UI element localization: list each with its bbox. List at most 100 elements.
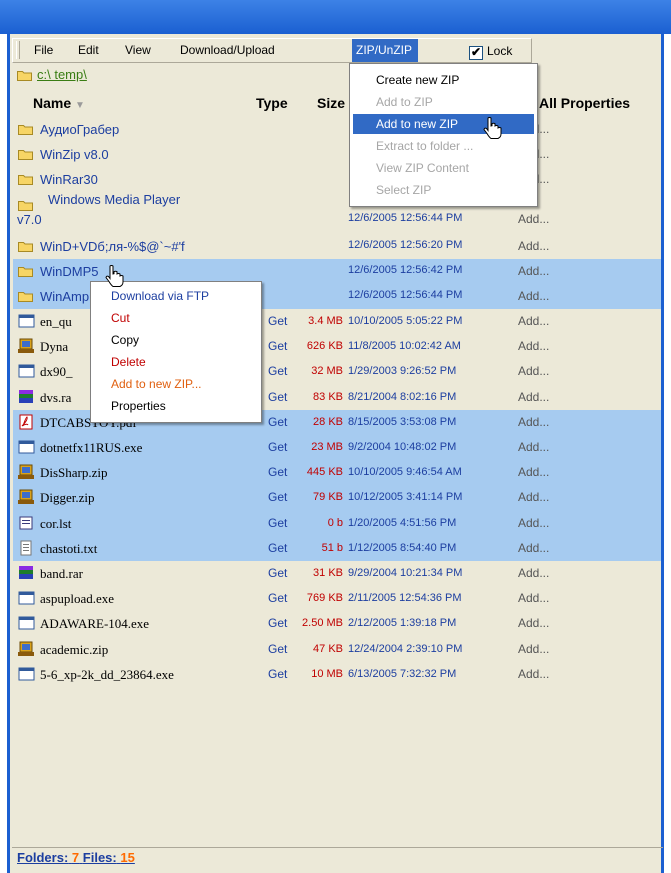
folder-row[interactable]: WinRar30Add... [13,167,661,192]
file-row[interactable]: cor.lst Get 0 b 1/20/2005 4:51:56 PM Add... [13,510,661,536]
ctx-properties[interactable]: Properties [111,396,166,416]
add-properties-link[interactable]: Add... [518,289,549,303]
get-link[interactable]: Get [268,440,287,454]
folder-icon [18,201,33,211]
name-column-header[interactable]: Name ▼ [33,95,85,111]
add-properties-link[interactable]: Add... [518,541,549,555]
add-properties-link[interactable]: Add... [518,667,549,681]
file-size: 31 KB [313,567,343,579]
type-column-header[interactable]: Type [256,95,288,111]
add-properties-link[interactable]: Add... [518,390,549,404]
file-row[interactable]: dotnetfx11RUS.exe Get 23 MB 9/2/2004 10:48:… [13,435,661,461]
file-name[interactable]: aspupload.exe [40,591,114,607]
get-link[interactable]: Get [268,415,287,429]
folder-name[interactable]: АудиоГрабер [40,122,119,137]
folder-name[interactable]: Windows Media Player [48,192,180,207]
get-link[interactable]: Get [268,364,287,378]
zip-menu-view-content[interactable]: View ZIP Content [353,158,534,178]
add-properties-link[interactable]: Add... [518,566,549,580]
folder-name[interactable]: WinZip v8.0 [40,147,109,162]
menu-zip-unzip[interactable]: ZIP/UnZIP [352,39,418,62]
file-row[interactable]: academic.zip Get 47 KB 12/24/2004 2:39:10 P… [13,637,661,662]
add-properties-link[interactable]: Add... [518,264,549,278]
add-properties-link[interactable]: Add... [518,314,549,328]
folder-row[interactable]: WinZip v8.0Add... [13,142,661,167]
get-link[interactable]: Get [268,314,287,328]
file-name[interactable]: Dyna [40,339,68,355]
file-name[interactable]: chastoti.txt [40,541,97,557]
get-link[interactable]: Get [268,465,287,479]
file-name[interactable]: 5-6_xp-2k_dd_23864.exe [40,667,174,683]
size-column-header[interactable]: Size [317,95,345,111]
get-link[interactable]: Get [268,642,287,656]
add-properties-link[interactable]: Add... [518,516,549,530]
file-name[interactable]: band.rar [40,566,83,582]
file-row[interactable]: ADAWARE-104.exe Get 2.50 MB 2/12/2005 1:39:… [13,611,661,636]
folder-row[interactable]: АудиоГраберAdd... [13,117,661,142]
get-link[interactable]: Get [268,566,287,580]
add-properties-link[interactable]: Add... [518,465,549,479]
file-name[interactable]: dvs.ra [40,390,71,406]
folder-icon [17,71,32,81]
folder-row[interactable]: Windows Media Player v7.0 12/6/2005 12:56:… [13,192,661,234]
zip-menu-create-new[interactable]: Create new ZIP [353,70,534,90]
lock-label[interactable]: Lock [487,42,512,60]
ctx-delete[interactable]: Delete [111,352,146,372]
ctx-copy[interactable]: Copy [111,330,139,350]
add-properties-link[interactable]: Add... [518,339,549,353]
file-name[interactable]: en_qu [40,314,72,330]
get-link[interactable]: Get [268,516,287,530]
current-path-link[interactable]: c:\ temp\ [37,67,87,82]
get-link[interactable]: Get [268,667,287,681]
add-properties-link[interactable]: Add... [518,642,549,656]
menu-download-upload[interactable]: Download/Upload [176,39,279,62]
file-name[interactable]: dotnetfx11RUS.exe [40,440,142,456]
add-properties-link[interactable]: Add... [518,591,549,605]
menu-view[interactable]: View [121,39,155,62]
ctx-add-to-new-zip[interactable]: Add to new ZIP... [111,374,202,394]
file-name[interactable]: cor.lst [40,516,71,532]
get-link[interactable]: Get [268,490,287,504]
file-name[interactable]: ADAWARE-104.exe [40,616,149,632]
get-link[interactable]: Get [268,339,287,353]
toolbar-grip[interactable] [16,41,20,59]
all-properties-column-header[interactable]: All Properties [539,95,630,111]
get-link[interactable]: Get [268,390,287,404]
zip-menu-add-to-zip[interactable]: Add to ZIP [353,92,534,112]
file-name[interactable]: Digger.zip [40,490,95,506]
add-properties-link[interactable]: Add... [518,239,549,253]
zip-menu-select[interactable]: Select ZIP [353,180,534,200]
zip-icon [18,641,34,656]
file-row[interactable]: DisSharp.zip Get 445 KB 10/10/2005 9:46:54 … [13,460,661,486]
folder-name[interactable]: WinDMP5 [40,264,99,279]
menu-edit[interactable]: Edit [74,39,103,62]
add-properties-link[interactable]: Add... [518,415,549,429]
ctx-download-ftp[interactable]: Download via FTP [111,286,209,306]
file-name[interactable]: DisSharp.zip [40,465,108,481]
file-row[interactable]: chastoti.txt Get 51 b 1/12/2005 8:54:40 PM A… [13,535,661,561]
file-row[interactable]: 5-6_xp-2k_dd_23864.exe Get 10 MB 6/13/2005 … [13,662,661,687]
add-properties-link[interactable]: Add... [518,616,549,630]
file-name[interactable]: academic.zip [40,642,108,658]
zip-menu-extract[interactable]: Extract to folder ... [353,136,534,156]
file-name[interactable]: dx90_ [40,364,73,380]
get-link[interactable]: Get [268,541,287,555]
folder-name[interactable]: WinAmp [40,289,89,304]
folder-name[interactable]: WinRar30 [40,172,98,187]
folder-row[interactable]: WinD+VDб;ля-%$@`~#'f 12/6/2005 12:56:20 P… [13,234,661,259]
get-link[interactable]: Get [268,591,287,605]
add-properties-link[interactable]: Add... [518,364,549,378]
get-link[interactable]: Get [268,616,287,630]
folder-name[interactable]: WinD+VDб;ля-%$@`~#'f [40,239,185,254]
folder-name-continued[interactable]: v7.0 [17,212,42,227]
add-properties-link[interactable]: Add... [518,440,549,454]
add-properties-link[interactable]: Add... [518,490,549,504]
file-row[interactable]: Digger.zip Get 79 KB 10/12/2005 3:41:14 PM A… [13,485,661,511]
add-properties-link[interactable]: Add... [518,212,549,226]
zip-menu-add-to-new[interactable]: Add to new ZIP [353,114,534,134]
lock-checkbox[interactable]: ✔ [469,46,483,60]
ctx-cut[interactable]: Cut [111,308,130,328]
file-row[interactable]: aspupload.exe Get 769 KB 2/11/2005 12:54:36… [13,586,661,611]
file-row[interactable]: band.rar Get 31 KB 9/29/2004 10:21:34 PM Add… [13,561,661,586]
menu-file[interactable]: File [30,39,57,62]
